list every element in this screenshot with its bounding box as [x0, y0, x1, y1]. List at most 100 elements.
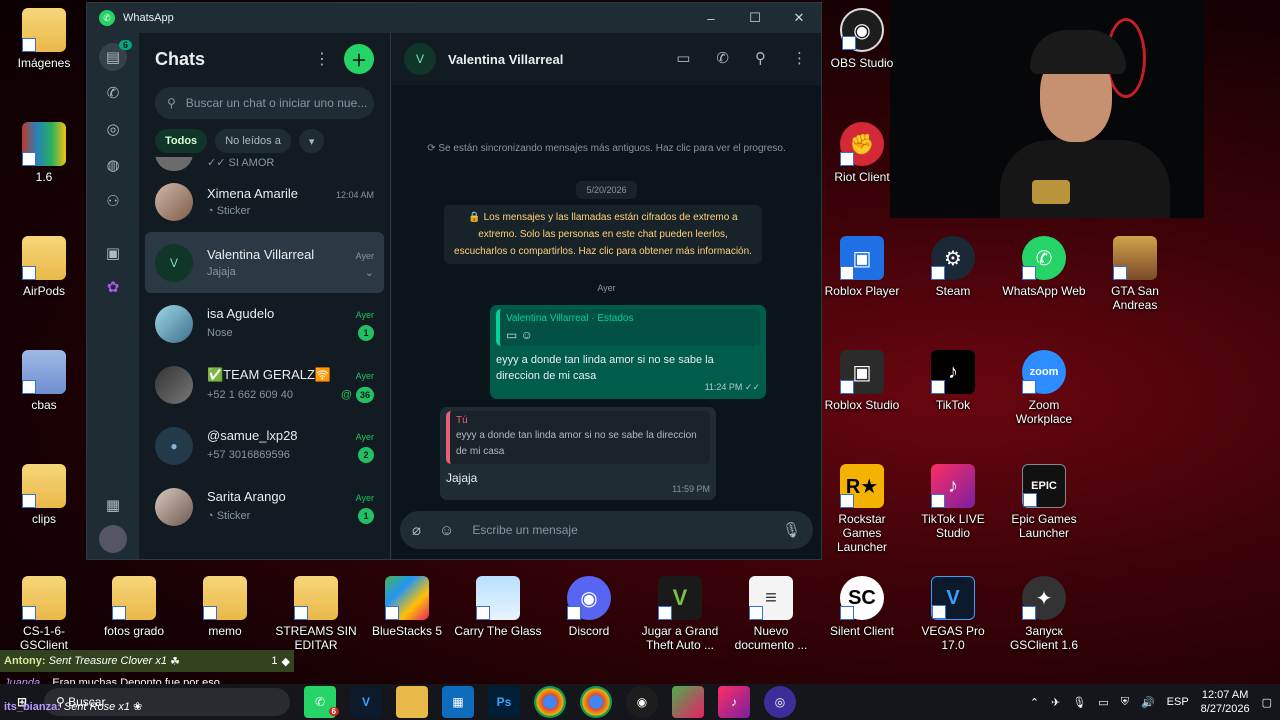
status-nav-icon[interactable]: ◎ — [99, 115, 127, 143]
meta-ai-icon[interactable]: ✿ — [99, 273, 127, 301]
app-taskbar-icon[interactable]: ◎ — [764, 686, 796, 718]
notification-icon[interactable]: ▢ — [1262, 696, 1272, 709]
desktop-icon-cbas[interactable]: cbas — [0, 350, 88, 412]
chrome-icon[interactable] — [534, 686, 566, 718]
close-button[interactable]: ✕ — [777, 3, 821, 33]
profile-avatar[interactable] — [99, 525, 127, 553]
whatsapp-taskbar-icon[interactable]: ✆ 6 — [304, 686, 339, 718]
desktop-icon-silent-client[interactable]: SC Silent Client — [818, 576, 906, 638]
chevron-down-icon[interactable]: ⌄ — [365, 266, 374, 279]
file-explorer-icon[interactable] — [396, 686, 428, 718]
list-item[interactable]: ● @samue_lxp28 Ayer +57 3016869596 2 — [139, 415, 390, 476]
filter-unread[interactable]: No leídos a — [215, 129, 291, 153]
desktop-icon-rockstar[interactable]: R★ Rockstar Games Launcher — [818, 464, 906, 554]
desktop-icon-cs-gsclient[interactable]: CS-1-6-GSClient — [0, 576, 88, 652]
store-icon[interactable]: ▦ — [442, 686, 474, 718]
chevron-up-icon[interactable]: ⌃ — [1030, 696, 1039, 709]
desktop-icon-1-6[interactable]: 1.6 — [0, 122, 88, 184]
sync-notice[interactable]: ⟳ Se están sincronizando mensajes más an… — [392, 143, 821, 154]
desktop-icon-gsclient-launch[interactable]: ✦ Запуск GSClient 1.6 — [1000, 576, 1088, 652]
more-options-icon[interactable]: ⋮ — [314, 49, 330, 69]
chats-nav-icon[interactable]: ▤ 6 — [99, 40, 132, 71]
list-item[interactable]: Ximena Amarile 12:04 AM ◔ Sticker — [139, 171, 390, 232]
gta-icon — [1113, 236, 1157, 280]
message-input[interactable]: Escribe un mensaje — [472, 523, 782, 537]
filter-all[interactable]: Todos — [155, 129, 208, 153]
photoshop-icon[interactable]: Ps — [488, 686, 520, 718]
volume-icon[interactable]: 🔊 — [1141, 696, 1155, 709]
desktop-icon-airpods[interactable]: AirPods — [0, 236, 88, 298]
obs-taskbar-icon[interactable]: ◉ — [626, 686, 658, 718]
outgoing-message[interactable]: Valentina Villarreal · Estados ▭ ☺ eyyy … — [490, 305, 766, 399]
search-icon[interactable]: ⚲ — [755, 49, 766, 67]
archived-nav-icon[interactable]: ▣ — [99, 239, 127, 267]
minimize-button[interactable]: – — [689, 3, 733, 33]
desktop-icon-gta-sa[interactable]: GTA San Andreas — [1091, 236, 1179, 312]
nav-rail: ▤ 6 ✆ ◎ ◍ ⚇ ▣ ✿ ▦ — [87, 33, 139, 559]
voice-call-icon[interactable]: ✆ — [716, 49, 729, 67]
list-item[interactable]: isa Agudelo Ayer Nose 1 — [139, 293, 390, 354]
menu-icon[interactable]: ⋮ — [792, 49, 807, 67]
list-item[interactable]: ✓✓ SI AMOR — [139, 157, 390, 171]
desktop-icon-label: STREAMS SIN EDITAR — [275, 624, 357, 652]
desktop-icon-carry-the-glass[interactable]: Carry The Glass — [454, 576, 542, 638]
calls-nav-icon[interactable]: ✆ — [99, 79, 127, 107]
clock[interactable]: 12:07 AM 8/27/2026 — [1201, 688, 1250, 716]
microphone-icon[interactable]: 🎙 — [782, 521, 801, 539]
status-reply-quote[interactable]: Valentina Villarreal · Estados ▭ ☺ — [496, 309, 760, 346]
reply-quote[interactable]: Tú eyyy a donde tan linda amor si no se … — [446, 411, 710, 464]
list-item[interactable]: Sarita Arango Ayer ◔ Sticker 1 — [139, 476, 390, 537]
list-item-selected[interactable]: V Valentina Villarreal Ayer Jajaja ⌄ — [145, 232, 384, 293]
chat-list: ✓✓ SI AMOR Ximena Amarile 12:04 AM ◔ Stic… — [139, 157, 390, 559]
desktop-icon-vegas[interactable]: V VEGAS Pro 17.0 — [909, 576, 997, 652]
communities-nav-icon[interactable]: ⚇ — [99, 187, 127, 215]
desktop-icon-steam[interactable]: ⚙ Steam — [909, 236, 997, 298]
microphone-icon[interactable]: 🎙 — [1072, 696, 1086, 709]
list-item[interactable]: ✅TEAM GERALZ🛜 Ayer +52 1 662 609 40 @36 — [139, 354, 390, 415]
tiktok-live-taskbar-icon[interactable]: ♪ — [718, 686, 750, 718]
incoming-message[interactable]: Tú eyyy a donde tan linda amor si no se … — [440, 407, 716, 500]
contact-name[interactable]: Valentina Villarreal — [448, 52, 563, 67]
maximize-button[interactable]: ☐ — [733, 3, 777, 33]
bluestacks-taskbar-icon[interactable] — [672, 686, 704, 718]
desktop-icon-fotos-grado[interactable]: fotos grado — [90, 576, 178, 638]
channels-nav-icon[interactable]: ◍ — [99, 151, 127, 179]
conversation-header[interactable]: V Valentina Villarreal ▭ ✆ ⚲ ⋮ — [392, 33, 821, 85]
emoji-icon[interactable]: ☺ — [439, 522, 454, 539]
desktop-icon-discord[interactable]: ◉ Discord — [545, 576, 633, 638]
desktop-icon-riot[interactable]: ✊ Riot Client — [818, 122, 906, 184]
desktop-icon-label: Roblox Player — [824, 284, 900, 298]
media-nav-icon[interactable]: ▦ — [99, 491, 127, 519]
desktop-icon-memo[interactable]: memo — [181, 576, 269, 638]
desktop-icon-tiktok[interactable]: ♪ TikTok — [909, 350, 997, 412]
desktop-icon-roblox-studio[interactable]: ▣ Roblox Studio — [818, 350, 906, 412]
attach-icon[interactable]: ⌀ — [412, 521, 421, 539]
desktop-icon-obs[interactable]: ◉ OBS Studio — [818, 8, 906, 70]
battery-icon[interactable]: ▭ — [1098, 696, 1108, 709]
desktop-icon-clips[interactable]: clips — [0, 464, 88, 526]
desktop-icon-tiktok-live[interactable]: ♪ TikTok LIVE Studio — [909, 464, 997, 540]
desktop-icon-roblox-player[interactable]: ▣ Roblox Player — [818, 236, 906, 298]
message-composer[interactable]: ⌀ ☺ Escribe un mensaje 🎙 — [400, 511, 813, 549]
roblox-icon: ▣ — [840, 236, 884, 280]
chrome-profile-icon[interactable] — [580, 686, 612, 718]
shield-icon[interactable]: ⛨ — [1121, 696, 1129, 709]
network-icon[interactable]: ✈ — [1051, 696, 1060, 709]
desktop-icon-epic[interactable]: EPIC Epic Games Launcher — [1000, 464, 1088, 540]
filter-more[interactable]: ▾ — [298, 129, 325, 153]
desktop-icon-gta-v[interactable]: V Jugar a Grand Theft Auto ... — [636, 576, 724, 652]
desktop-icon-whatsapp-web[interactable]: ✆ WhatsApp Web — [1000, 236, 1088, 298]
desktop-icon-streams[interactable]: STREAMS SIN EDITAR — [272, 576, 360, 652]
desktop-icon-nuevo-documento[interactable]: ≡ Nuevo documento ... — [727, 576, 815, 652]
video-call-icon[interactable]: ▭ — [676, 49, 690, 67]
vegas-taskbar-icon[interactable]: V — [350, 686, 382, 718]
encryption-notice[interactable]: 🔒 Los mensajes y las llamadas están cifr… — [444, 205, 762, 264]
desktop-icon-zoom[interactable]: zoom Zoom Workplace — [1000, 350, 1088, 426]
search-input[interactable]: ⚲ Buscar un chat o iniciar uno nue... — [155, 87, 374, 119]
new-chat-button[interactable]: ＋ — [344, 44, 374, 74]
language-indicator[interactable]: ESP — [1167, 696, 1189, 708]
contact-avatar[interactable]: V — [404, 43, 436, 75]
desktop-icon-label: fotos grado — [103, 624, 165, 638]
desktop-icon-imagenes[interactable]: Imágenes — [0, 8, 88, 70]
desktop-icon-bluestacks[interactable]: BlueStacks 5 — [363, 576, 451, 638]
